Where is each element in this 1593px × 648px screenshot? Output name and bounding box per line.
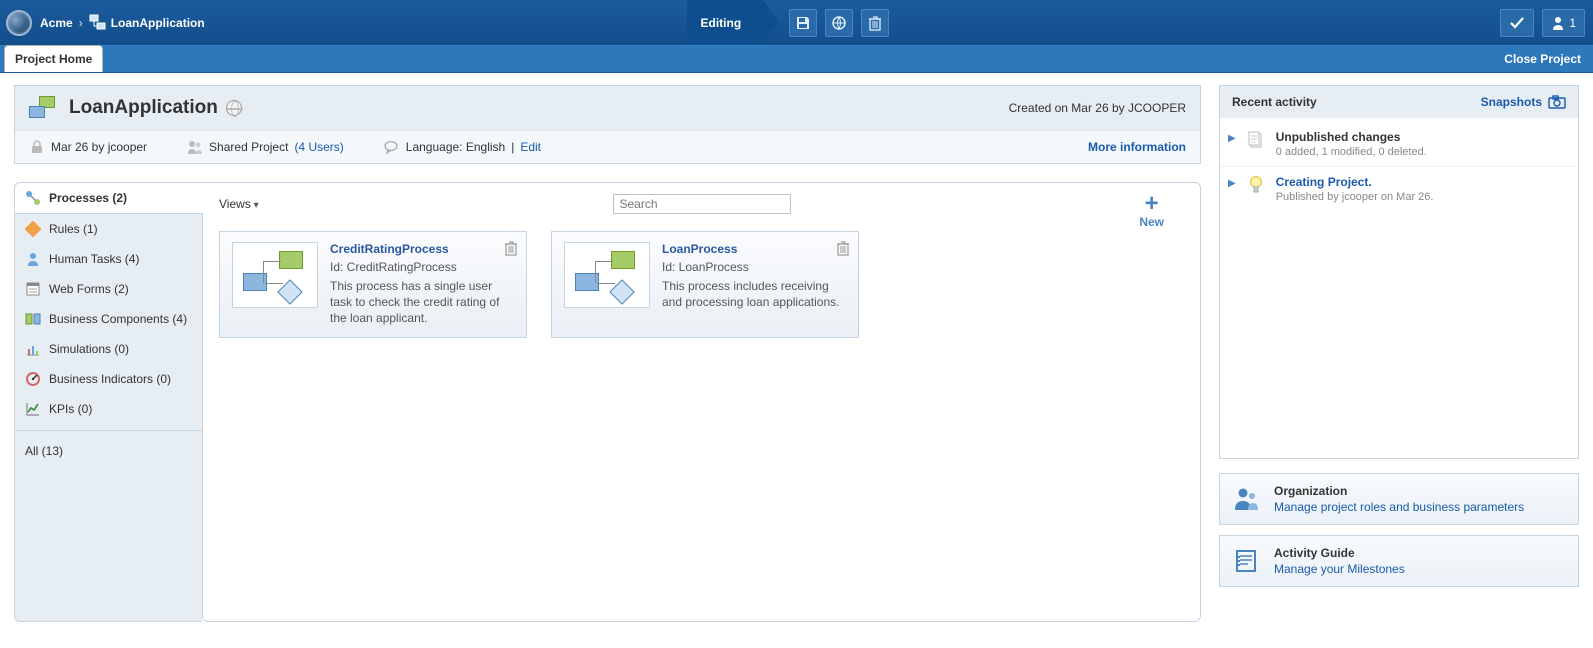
web-forms-icon: [25, 281, 41, 297]
rules-icon: [25, 221, 41, 237]
activity-guide-card[interactable]: Activity Guide Manage your Milestones: [1219, 535, 1579, 587]
cat-business-indicators[interactable]: Business Indicators (0): [15, 364, 202, 394]
tab-project-home[interactable]: Project Home: [4, 45, 103, 72]
process-app-icon: [89, 14, 107, 32]
lang-icon: [384, 139, 400, 155]
activity-item[interactable]: ▶ Creating Project. Published by jcooper…: [1220, 167, 1578, 211]
cat-label: Simulations (0): [49, 342, 129, 356]
activity-title: Unpublished changes: [1276, 130, 1427, 144]
cat-processes[interactable]: Processes (2): [15, 183, 203, 214]
card-id: Id: CreditRatingProcess: [330, 260, 514, 274]
process-card[interactable]: CreditRatingProcess Id: CreditRatingProc…: [219, 231, 527, 338]
cat-label: Business Components (4): [49, 312, 187, 326]
mode-label: Editing: [701, 16, 742, 30]
organization-icon: [1232, 485, 1260, 513]
cat-label: All (13): [25, 444, 63, 458]
delete-icon[interactable]: [836, 240, 850, 256]
cat-label: KPIs (0): [49, 402, 92, 416]
breadcrumb-root[interactable]: Acme: [40, 16, 73, 30]
breadcrumb-separator: ›: [79, 16, 83, 30]
activity-title[interactable]: Creating Project.: [1276, 175, 1434, 189]
human-tasks-icon: [25, 251, 41, 267]
project-icon: [29, 96, 59, 120]
process-card[interactable]: LoanProcess Id: LoanProcess This process…: [551, 231, 859, 338]
validate-button[interactable]: [1500, 9, 1534, 37]
globe-icon[interactable]: [226, 100, 242, 116]
cat-simulations[interactable]: Simulations (0): [15, 334, 202, 364]
card-desc: This process includes receiving and proc…: [662, 278, 846, 310]
cat-label: Rules (1): [49, 222, 98, 236]
guide-icon: [1232, 547, 1260, 575]
card-title[interactable]: LoanProcess: [662, 242, 846, 256]
plus-icon: +: [1139, 193, 1164, 215]
camera-icon: [1548, 95, 1566, 109]
indicators-icon: [25, 371, 41, 387]
card-title[interactable]: CreditRatingProcess: [330, 242, 514, 256]
bulb-icon: [1246, 175, 1266, 195]
action-title: Organization: [1274, 484, 1347, 498]
shared-icon: [187, 139, 203, 155]
lock-icon: [29, 139, 45, 155]
simulations-icon: [25, 341, 41, 357]
publish-button[interactable]: [825, 9, 853, 37]
presence-button[interactable]: 1: [1542, 9, 1585, 37]
lang-sep: |: [511, 140, 514, 154]
last-modified: Mar 26 by jcooper: [51, 140, 147, 154]
breadcrumb-current[interactable]: LoanApplication: [111, 16, 205, 30]
snapshots-label: Snapshots: [1481, 95, 1542, 109]
processes-icon: [25, 190, 41, 206]
expand-icon[interactable]: ▶: [1228, 130, 1236, 144]
discard-button[interactable]: [861, 9, 889, 37]
cat-web-forms[interactable]: Web Forms (2): [15, 274, 202, 304]
more-info-link[interactable]: More information: [1088, 140, 1186, 154]
card-id: Id: LoanProcess: [662, 260, 846, 274]
cat-label: Business Indicators (0): [49, 372, 171, 386]
card-desc: This process has a single user task to c…: [330, 278, 514, 327]
cat-human-tasks[interactable]: Human Tasks (4): [15, 244, 202, 274]
project-created: Created on Mar 26 by JCOOPER: [1009, 101, 1186, 115]
activity-item[interactable]: ▶ Unpublished changes 0 added, 1 modifie…: [1220, 122, 1578, 167]
cat-rules[interactable]: Rules (1): [15, 214, 202, 244]
mode-indicator: Editing: [687, 0, 764, 45]
snapshots-link[interactable]: Snapshots: [1481, 95, 1566, 109]
cat-label: Human Tasks (4): [49, 252, 139, 266]
user-icon: [1551, 16, 1565, 30]
organization-card[interactable]: Organization Manage project roles and bu…: [1219, 473, 1579, 525]
expand-icon[interactable]: ▶: [1228, 175, 1236, 189]
activity-sub: Published by jcooper on Mar 26.: [1276, 191, 1434, 203]
lang-label: Language: English: [406, 140, 505, 154]
cat-label: Web Forms (2): [49, 282, 129, 296]
new-button[interactable]: + New: [1139, 193, 1164, 229]
cat-business-components[interactable]: Business Components (4): [15, 304, 202, 334]
presence-count: 1: [1569, 16, 1576, 30]
project-title: LoanApplication: [69, 97, 218, 119]
shared-users-link[interactable]: (4 Users): [294, 140, 343, 154]
activity-sub: 0 added, 1 modified, 0 deleted.: [1276, 146, 1427, 158]
shared-label: Shared Project: [209, 140, 288, 154]
process-thumb: [564, 242, 650, 308]
cat-all[interactable]: All (13): [15, 437, 202, 465]
cat-kpis[interactable]: KPIs (0): [15, 394, 202, 424]
app-logo[interactable]: [6, 10, 32, 36]
search-input[interactable]: [613, 194, 791, 214]
action-title: Activity Guide: [1274, 546, 1355, 560]
close-project-link[interactable]: Close Project: [1504, 52, 1581, 66]
action-link[interactable]: Manage project roles and business parame…: [1274, 500, 1524, 514]
components-icon: [25, 311, 41, 327]
delete-icon[interactable]: [504, 240, 518, 256]
lang-edit-link[interactable]: Edit: [520, 140, 541, 154]
process-thumb: [232, 242, 318, 308]
changes-icon: [1246, 130, 1266, 150]
save-button[interactable]: [789, 9, 817, 37]
new-label: New: [1139, 215, 1164, 229]
kpis-icon: [25, 401, 41, 417]
views-dropdown[interactable]: Views: [219, 197, 259, 211]
recent-activity-heading: Recent activity: [1232, 95, 1317, 109]
action-link[interactable]: Manage your Milestones: [1274, 562, 1405, 576]
cat-label: Processes (2): [49, 191, 127, 205]
